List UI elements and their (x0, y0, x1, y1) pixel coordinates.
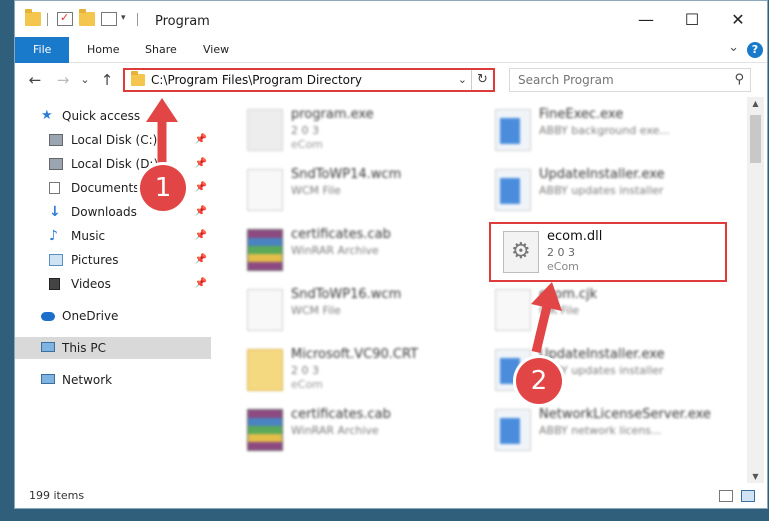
step-1-badge: 1 (140, 165, 186, 211)
arrow-2-icon (531, 282, 562, 354)
step-2-badge: 2 (516, 358, 562, 404)
arrow-1-icon (146, 98, 178, 170)
annotation-overlay (146, 98, 562, 354)
